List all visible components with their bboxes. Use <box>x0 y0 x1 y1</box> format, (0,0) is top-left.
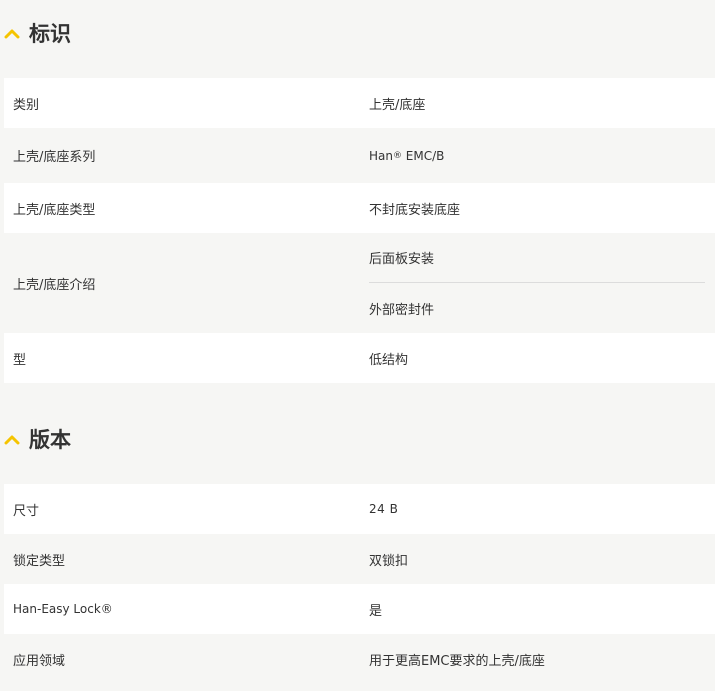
table-row: 锁定类型 双锁扣 <box>4 534 715 584</box>
section-header-identification[interactable]: 标识 <box>0 14 715 54</box>
table-row: 型 低结构 <box>4 333 715 383</box>
row-value: 24 B <box>369 502 399 516</box>
sub-value: 外部密封件 <box>369 302 435 318</box>
value-rest: EMC/B <box>401 148 445 163</box>
value-main: Han <box>369 148 393 163</box>
identification-table: 类别 上壳/底座 上壳/底座系列 Han ® EMC/B 上壳/底座类型 不封底安… <box>4 78 715 383</box>
row-label: 上壳/底座系列 <box>13 150 96 165</box>
row-label: 锁定类型 <box>13 553 66 569</box>
row-value: Han ® EMC/B <box>369 128 444 183</box>
table-row: 尺寸 24 B <box>4 484 715 534</box>
section-title: 版本 <box>29 427 71 452</box>
table-row: Han-Easy Lock® 是 <box>4 584 715 634</box>
section-header-version[interactable]: 版本 <box>0 420 715 460</box>
table-row: 应用领域 用于更高EMC要求的上壳/底座 <box>4 634 715 684</box>
row-label: 上壳/底座介绍 <box>13 277 96 293</box>
registered-mark: ® <box>392 150 402 161</box>
row-label: Han-Easy Lock® <box>13 602 113 616</box>
row-label: 上壳/底座类型 <box>13 202 96 218</box>
row-label: 尺寸 <box>13 503 40 519</box>
row-value: 不封底安装底座 <box>369 202 461 218</box>
sub-value: 后面板安装 <box>369 233 705 283</box>
table-row: 上壳/底座类型 不封底安装底座 <box>4 183 715 233</box>
row-value: 是 <box>369 603 383 619</box>
table-row: 类别 上壳/底座 <box>4 78 715 128</box>
row-value: 上壳/底座 <box>369 97 426 113</box>
chevron-up-icon[interactable] <box>4 26 20 42</box>
row-label: 类别 <box>13 97 40 113</box>
row-value: 用于更高EMC要求的上壳/底座 <box>369 653 545 669</box>
row-value: 双锁扣 <box>369 553 409 569</box>
row-label: 应用领域 <box>13 653 66 669</box>
table-row: 上壳/底座介绍 后面板安装 外部密封件 <box>4 233 715 333</box>
chevron-up-icon[interactable] <box>4 432 20 448</box>
row-label: 型 <box>13 352 27 368</box>
version-table: 尺寸 24 B 锁定类型 双锁扣 Han-Easy Lock® 是 应用领域 用… <box>4 484 715 684</box>
row-value: 低结构 <box>369 352 409 368</box>
table-row: 上壳/底座系列 Han ® EMC/B <box>4 128 715 183</box>
section-title: 标识 <box>29 21 71 46</box>
multi-value: 后面板安装 外部密封件 <box>369 233 705 333</box>
